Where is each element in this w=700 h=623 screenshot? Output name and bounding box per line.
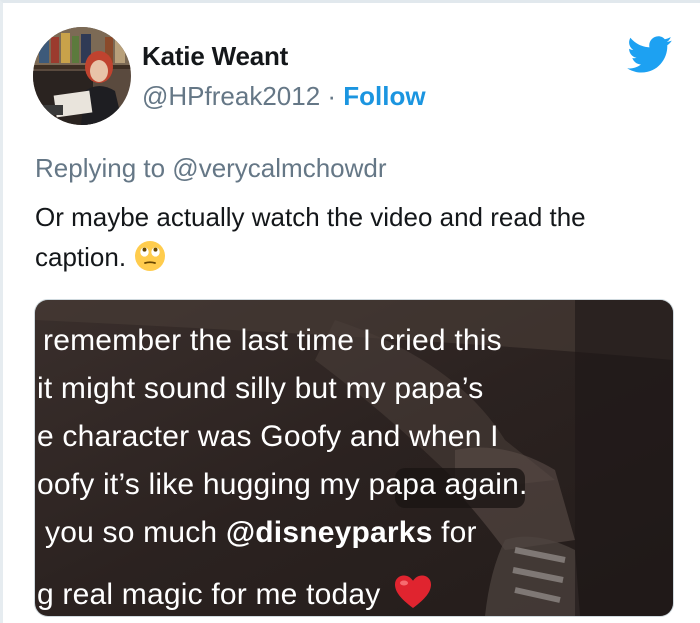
caption-line: it might sound silly but my papa’s — [37, 372, 484, 405]
tweet-body: Or maybe actually watch the video and re… — [35, 202, 586, 272]
caption-mention: @disneyparks — [225, 516, 433, 549]
caption-line-last: g real magic for me today — [37, 574, 433, 616]
caption-text: you so much — [45, 516, 226, 549]
replying-to[interactable]: Replying to @verycalmchowdr — [35, 153, 387, 184]
caption-line: remember the last time I cried this — [43, 324, 502, 357]
avatar[interactable] — [33, 27, 131, 125]
separator-dot: · — [327, 81, 337, 111]
caption-text: for — [432, 516, 477, 549]
avatar-photo — [33, 27, 131, 125]
caption-text: g real magic for me today — [37, 578, 381, 611]
tweet-text: Or maybe actually watch the video and re… — [35, 197, 675, 283]
author-display-name[interactable]: Katie Weant — [142, 41, 288, 72]
caption-line: e character was Goofy and when I — [37, 420, 499, 453]
author-handle-row: @HPfreak2012 · Follow — [142, 81, 426, 112]
tweet-card: Katie Weant @HPfreak2012 · Follow Replyi… — [0, 0, 700, 623]
caption-line-with-mention: you so much @disneyparks for — [45, 516, 477, 550]
tweet-media[interactable]: remember the last time I cried this it m… — [34, 299, 674, 617]
face-with-rolling-eyes-icon — [134, 240, 166, 283]
author-handle[interactable]: @HPfreak2012 — [142, 81, 320, 111]
red-heart-icon — [393, 574, 433, 616]
follow-button[interactable]: Follow — [343, 81, 425, 111]
twitter-bird-icon[interactable] — [627, 36, 673, 74]
caption-line: oofy it’s like hugging my papa again. — [37, 468, 528, 501]
